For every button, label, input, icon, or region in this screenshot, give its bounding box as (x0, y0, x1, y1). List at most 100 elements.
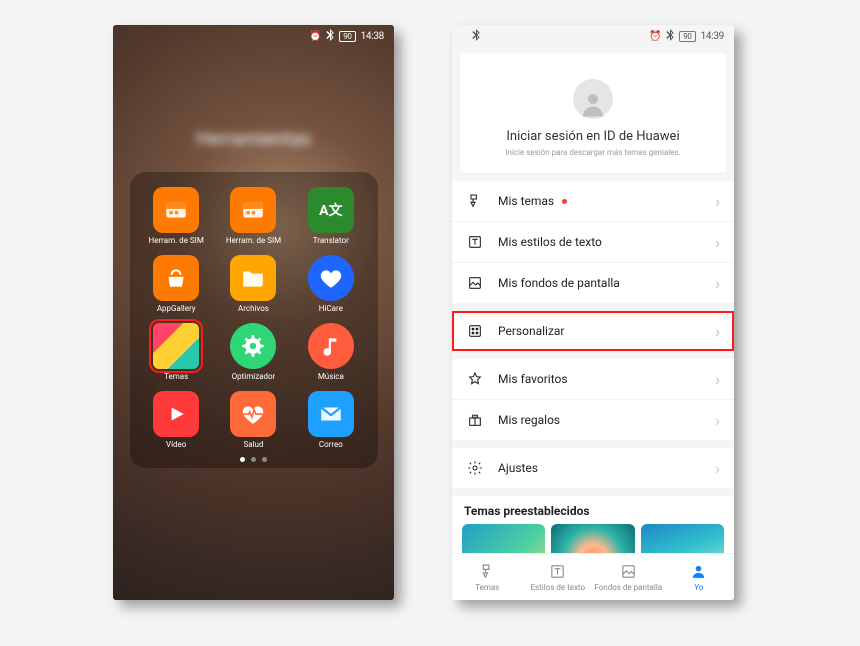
avatar-icon (573, 79, 613, 119)
badge-dot (562, 199, 567, 204)
bottom-tabbar: Temas Estilos de texto Fondos de pantall… (452, 553, 734, 600)
themes-icon (153, 323, 199, 369)
chevron-right-icon: › (715, 370, 720, 389)
app-optimizador[interactable]: Optimizador (219, 323, 288, 381)
tab-estilos[interactable]: Estilos de texto (523, 554, 594, 600)
battery-pct: 90 (339, 31, 355, 42)
app-label: Vídeo (166, 440, 186, 449)
tab-yo[interactable]: Yo (664, 554, 735, 600)
app-label: AppGallery (157, 304, 196, 313)
chevron-right-icon: › (715, 411, 720, 430)
menu-label: Mis fondos de pantalla (498, 276, 620, 290)
chevron-right-icon: › (715, 274, 720, 293)
bluetooth-icon (472, 29, 480, 44)
status-time: 14:39 (701, 31, 724, 42)
tab-fondos[interactable]: Fondos de pantalla (593, 554, 664, 600)
tab-label: Yo (694, 583, 703, 592)
text-style-icon (466, 233, 484, 251)
app-translator[interactable]: A文 Translator (296, 187, 365, 245)
menu-label: Mis favoritos (498, 372, 568, 386)
app-label: Herram. de SIM (226, 236, 281, 245)
hicare-icon (308, 255, 354, 301)
menu-mis-fondos[interactable]: Mis fondos de pantalla › (452, 262, 734, 303)
sim-icon (153, 187, 199, 233)
menu-label: Mis estilos de texto (498, 235, 602, 249)
app-appgallery[interactable]: AppGallery (142, 255, 211, 313)
star-icon (466, 370, 484, 388)
app-label: Archivos (238, 304, 269, 313)
optimizer-icon (230, 323, 276, 369)
tab-label: Estilos de texto (530, 583, 585, 592)
app-temas[interactable]: Temas (142, 323, 211, 381)
login-subtitle: Inicie sesión para descargar más temas g… (470, 148, 716, 157)
menu-group: Personalizar › (452, 311, 734, 351)
bluetooth-icon (666, 29, 674, 44)
alarm-icon: ⏰ (309, 31, 321, 42)
page-dot[interactable] (251, 457, 256, 462)
health-icon (230, 391, 276, 437)
menu-label: Mis temas (498, 194, 554, 208)
chevron-right-icon: › (715, 192, 720, 211)
app-archivos[interactable]: Archivos (219, 255, 288, 313)
mail-icon (308, 391, 354, 437)
text-style-icon (549, 563, 566, 580)
folder-icon (230, 255, 276, 301)
wallpaper-icon (620, 563, 637, 580)
tab-temas[interactable]: Temas (452, 554, 523, 600)
battery-pct: 90 (679, 31, 695, 42)
menu-personalizar[interactable]: Personalizar › (452, 311, 734, 351)
login-title: Iniciar sesión en ID de Huawei (470, 129, 716, 144)
app-correo[interactable]: Correo (296, 391, 365, 449)
preset-themes-title: Temas preestablecidos (452, 496, 734, 524)
menu-label: Personalizar (498, 324, 565, 338)
bluetooth-icon (326, 29, 334, 44)
app-salud[interactable]: Salud (219, 391, 288, 449)
app-hicare[interactable]: HiCare (296, 255, 365, 313)
app-label: HiCare (319, 304, 343, 313)
appgallery-icon (153, 255, 199, 301)
menu-ajustes[interactable]: Ajustes › (452, 448, 734, 488)
app-label: Optimizador (232, 372, 276, 381)
sim-icon (230, 187, 276, 233)
menu-group: Mis favoritos › Mis regalos › (452, 359, 734, 440)
menu-mis-regalos[interactable]: Mis regalos › (452, 399, 734, 440)
music-icon (308, 323, 354, 369)
menu-mis-estilos[interactable]: Mis estilos de texto › (452, 221, 734, 262)
menu-mis-favoritos[interactable]: Mis favoritos › (452, 359, 734, 399)
app-video[interactable]: Vídeo (142, 391, 211, 449)
app-musica[interactable]: Música (296, 323, 365, 381)
person-icon (690, 563, 707, 580)
gift-icon (466, 411, 484, 429)
app-label: Música (318, 372, 344, 381)
login-card[interactable]: Iniciar sesión en ID de Huawei Inicie se… (460, 53, 726, 173)
status-time: 14:38 (361, 31, 384, 42)
gear-icon (466, 459, 484, 477)
phone-themes-app: ⏰ 90 14:39 Iniciar sesión en ID de Huawe… (452, 25, 734, 600)
page-dot[interactable] (262, 457, 267, 462)
brush-icon (466, 192, 484, 210)
wallpaper-icon (466, 274, 484, 292)
app-label: Herram. de SIM (149, 236, 204, 245)
menu-mis-temas[interactable]: Mis temas › (452, 181, 734, 221)
menu-group: Mis temas › Mis estilos de texto › Mis f… (452, 181, 734, 303)
video-icon (153, 391, 199, 437)
menu-group: Ajustes › (452, 448, 734, 488)
app-herram-sim-2[interactable]: Herram. de SIM (219, 187, 288, 245)
chevron-right-icon: › (715, 459, 720, 478)
menu-label: Ajustes (498, 461, 538, 475)
chevron-right-icon: › (715, 233, 720, 252)
page-dot[interactable] (240, 457, 245, 462)
app-herram-sim-1[interactable]: Herram. de SIM (142, 187, 211, 245)
alarm-icon: ⏰ (649, 31, 661, 42)
app-folder: Herram. de SIM Herram. de SIM A文 Transla… (130, 172, 378, 468)
phone-home-folder: ⏰ 90 14:38 Herramientas Herram. de SIM H… (113, 25, 394, 600)
tab-label: Temas (475, 583, 499, 592)
translate-icon: A文 (308, 187, 354, 233)
app-label: Correo (319, 440, 343, 449)
status-bar: ⏰ 90 14:38 (113, 25, 394, 47)
menu-label: Mis regalos (498, 413, 560, 427)
app-label: Salud (244, 440, 264, 449)
status-bar: ⏰ 90 14:39 (452, 25, 734, 47)
brush-icon (479, 563, 496, 580)
folder-page-dots (142, 457, 366, 462)
